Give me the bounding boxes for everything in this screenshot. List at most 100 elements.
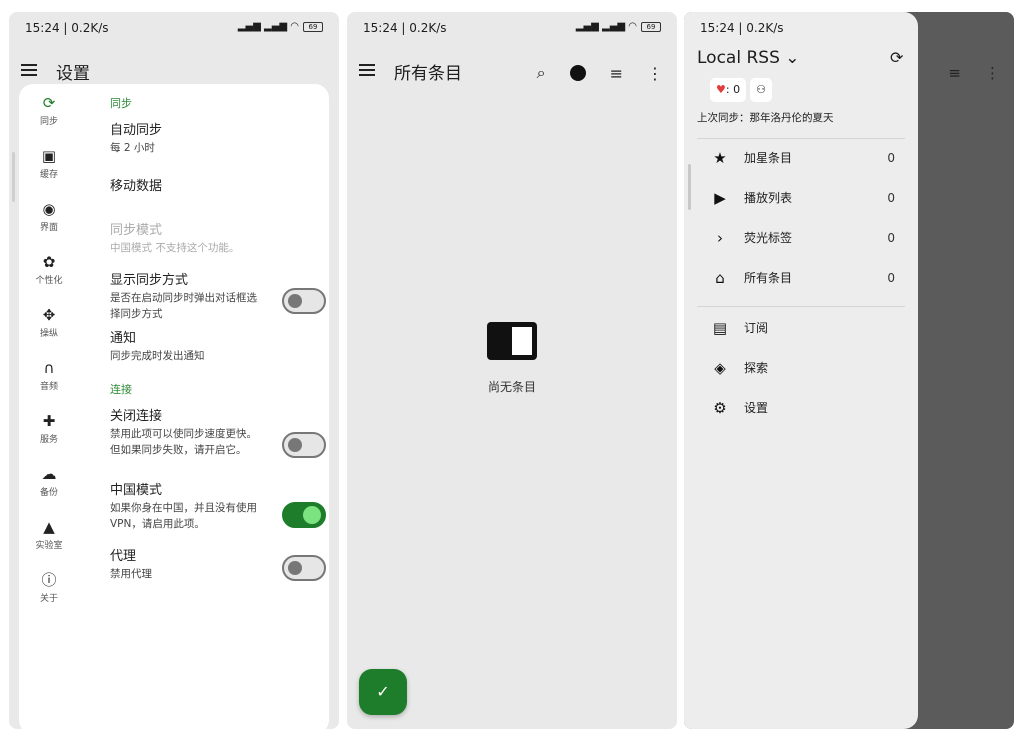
section-header-connection: 连接 bbox=[110, 383, 132, 396]
setting-title: 通知 bbox=[110, 331, 137, 346]
filter-dot-icon[interactable] bbox=[569, 65, 586, 81]
nav-item-lab[interactable]: ▲ 实验室 bbox=[26, 516, 72, 569]
setting-close-connection[interactable]: 关闭连接 禁用此项可以使同步速度更快。但如果同步失败，请开启它。 bbox=[110, 408, 326, 482]
nav-item-personalize[interactable]: ✿ 个性化 bbox=[26, 251, 72, 304]
settings-list: 同步 自动同步 每 2 小时 移动数据 同步模式 中国模式 不支持这个功能。 显… bbox=[110, 96, 326, 588]
more-vert-icon[interactable]: ⋮ bbox=[647, 64, 663, 83]
drawer-item-count: 0 bbox=[887, 271, 895, 285]
gear-icon: ⚙ bbox=[713, 399, 727, 417]
rss-icon: ▤ bbox=[712, 319, 728, 337]
drawer-item-settings[interactable]: ⚙ 设置 bbox=[684, 388, 918, 428]
drawer-item-count: 0 bbox=[887, 191, 895, 205]
drawer-item-label: 荧光标签 bbox=[744, 231, 793, 245]
navigation-drawer: 15:24 | 0.2K/s Local RSS ⌄ ⟳ ♥: 0 ⚇ 上次同步… bbox=[684, 12, 918, 729]
setting-show-sync-method[interactable]: 显示同步方式 是否在启动同步时弹出对话框选择同步方式 bbox=[110, 272, 326, 330]
setting-proxy[interactable]: 代理 禁用代理 bbox=[110, 548, 326, 588]
setting-sync-mode: 同步模式 中国模式 不支持这个功能。 bbox=[110, 222, 320, 272]
nav-label: 服务 bbox=[39, 435, 58, 445]
nav-item-cache[interactable]: ▣ 缓存 bbox=[26, 145, 72, 198]
page-title: 所有条目 bbox=[394, 64, 462, 84]
settings-screen: 15:24 | 0.2K/s ▂▄▆ ▂▄▆ ◠ 69 设置 ⟳ 同步 ▣ 缓存 ◉ 界… bbox=[9, 12, 339, 729]
nav-item-sync[interactable]: ⟳ 同步 bbox=[26, 92, 72, 145]
drawer-item-highlights[interactable]: › 荧光标签 0 bbox=[684, 218, 918, 258]
china-mode-switch[interactable] bbox=[282, 502, 326, 528]
setting-desc: 是否在启动同步时弹出对话框选择同步方式 bbox=[110, 292, 257, 320]
proxy-switch[interactable] bbox=[282, 555, 326, 581]
star-icon: ★ bbox=[713, 149, 727, 167]
setting-china-mode[interactable]: 中国模式 如果你身在中国，并且没有使用 VPN，请启用此项。 bbox=[110, 482, 326, 548]
nav-item-services[interactable]: ✚ 服务 bbox=[26, 410, 72, 463]
mark-all-read-button[interactable]: ✓ bbox=[359, 669, 407, 715]
drawer-item-label: 订阅 bbox=[744, 321, 769, 335]
nav-label: 实验室 bbox=[35, 541, 63, 551]
page-title: 设置 bbox=[56, 64, 90, 84]
compass-icon: ◈ bbox=[714, 359, 726, 377]
battery-icon: 69 bbox=[303, 21, 323, 32]
info-icon: ⓘ bbox=[41, 571, 57, 589]
last-sync-text: 上次同步：那年洛丹伦的夏天 bbox=[697, 112, 834, 124]
hearts-count: 0 bbox=[733, 83, 741, 96]
nav-label: 同步 bbox=[39, 117, 58, 127]
status-bar: 15:24 | 0.2K/s bbox=[684, 12, 918, 46]
setting-notify[interactable]: 通知 同步完成时发出通知 bbox=[110, 330, 320, 382]
status-time: 15:24 | 0.2K/s bbox=[700, 21, 784, 35]
setting-title: 自动同步 bbox=[110, 123, 163, 138]
user-chip[interactable]: ⚇ bbox=[750, 78, 772, 102]
menu-icon[interactable] bbox=[359, 64, 375, 76]
empty-inbox-icon bbox=[487, 322, 537, 360]
items-screen: 15:24 | 0.2K/s ▂▄▆ ▂▄▆ ◠ 69 所有条目 ⌕ ≡ ⋮ 尚无… bbox=[347, 12, 677, 729]
sync-icon: ⟳ bbox=[42, 94, 56, 112]
settings-nav: ⟳ 同步 ▣ 缓存 ◉ 界面 ✿ 个性化 ✥ 操纵 ∩ 音频 ✚ 服务 ☁ 备份 ▲ 实验室 ⓘ 关… bbox=[26, 92, 72, 622]
nav-label: 音频 bbox=[39, 382, 58, 392]
chevron-down-icon: ⌄ bbox=[785, 48, 800, 68]
headphones-icon: ∩ bbox=[43, 359, 55, 377]
drawer-item-all[interactable]: ⌂ 所有条目 0 bbox=[684, 258, 918, 298]
drawer-item-count: 0 bbox=[887, 151, 895, 165]
status-bar: 15:24 | 0.2K/s ▂▄▆ ▂▄▆ ◠ 69 bbox=[9, 12, 339, 46]
drawer-item-count: 0 bbox=[887, 231, 895, 245]
status-time: 15:24 | 0.2K/s bbox=[25, 21, 109, 35]
status-time: 15:24 | 0.2K/s bbox=[363, 21, 447, 35]
dimmed-toolbar: ≡ ⋮ bbox=[948, 64, 1000, 82]
setting-auto-sync[interactable]: 自动同步 每 2 小时 bbox=[110, 122, 320, 178]
nav-item-controls[interactable]: ✥ 操纵 bbox=[26, 304, 72, 357]
setting-desc: 禁用此项可以使同步速度更快。但如果同步失败，请开启它。 bbox=[110, 428, 257, 456]
search-icon[interactable]: ⌕ bbox=[537, 63, 546, 83]
nav-label: 缓存 bbox=[39, 170, 58, 180]
section-header-sync: 同步 bbox=[110, 97, 132, 110]
chevron-right-icon: › bbox=[717, 229, 723, 247]
drawer-item-label: 设置 bbox=[744, 401, 769, 415]
playlist-icon[interactable]: ≡ bbox=[610, 64, 623, 83]
drawer-screen: ≡ ⋮ 15:24 | 0.2K/s Local RSS ⌄ ⟳ ♥: 0 ⚇ … bbox=[684, 12, 1014, 729]
setting-desc: 每 2 小时 bbox=[110, 142, 155, 154]
nav-item-backup[interactable]: ☁ 备份 bbox=[26, 463, 72, 516]
status-icons: ▂▄▆ ▂▄▆ ◠ 69 bbox=[238, 21, 323, 32]
menu-icon[interactable] bbox=[21, 64, 37, 76]
school-icon: ▲ bbox=[43, 518, 55, 536]
drawer-item-starred[interactable]: ★ 加星条目 0 bbox=[684, 138, 918, 178]
hearts-chip[interactable]: ♥: 0 bbox=[710, 78, 747, 102]
close-connection-switch[interactable] bbox=[282, 432, 326, 458]
setting-mobile-data[interactable]: 移动数据 bbox=[110, 178, 320, 222]
cloud-upload-icon: ☁ bbox=[41, 465, 57, 483]
nav-item-audio[interactable]: ∩ 音频 bbox=[26, 357, 72, 410]
archive-icon: ▣ bbox=[41, 147, 57, 165]
nav-label: 关于 bbox=[39, 594, 58, 604]
drawer-item-label: 加星条目 bbox=[744, 151, 793, 165]
drawer-item-explore[interactable]: ◈ 探索 bbox=[684, 348, 918, 388]
show-sync-method-switch[interactable] bbox=[282, 288, 326, 314]
setting-title: 显示同步方式 bbox=[110, 273, 189, 288]
play-icon: ▶ bbox=[714, 189, 726, 207]
drawer-item-playlist[interactable]: ▶ 播放列表 0 bbox=[684, 178, 918, 218]
account-switcher[interactable]: Local RSS ⌄ bbox=[697, 48, 800, 68]
setting-title: 移动数据 bbox=[110, 179, 163, 194]
nav-item-interface[interactable]: ◉ 界面 bbox=[26, 198, 72, 251]
scrollbar[interactable] bbox=[12, 152, 15, 202]
gamepad-icon: ✥ bbox=[42, 306, 56, 324]
nav-label: 界面 bbox=[39, 223, 58, 233]
empty-text: 尚无条目 bbox=[487, 380, 536, 394]
drawer-item-subscriptions[interactable]: ▤ 订阅 bbox=[684, 308, 918, 348]
nav-item-about[interactable]: ⓘ 关于 bbox=[26, 569, 72, 622]
sync-icon[interactable]: ⟳ bbox=[890, 48, 903, 67]
eye-icon: ◉ bbox=[42, 200, 56, 218]
